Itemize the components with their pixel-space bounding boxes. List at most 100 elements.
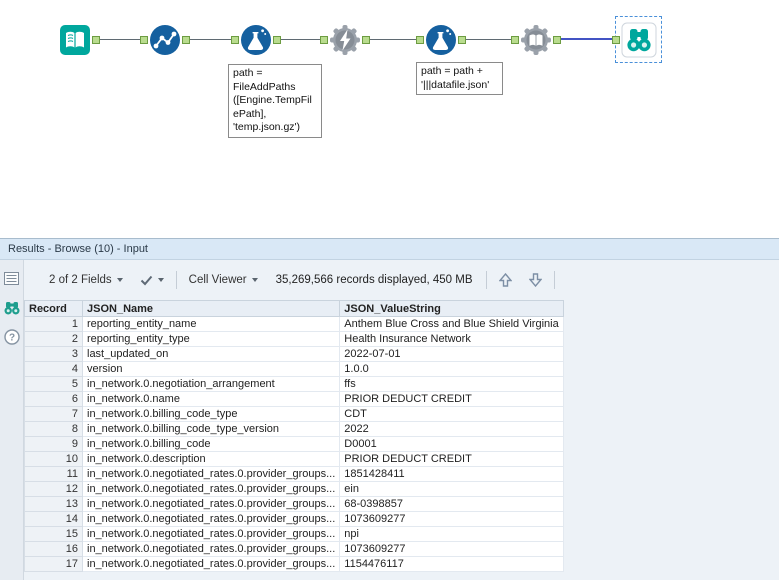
output-anchor[interactable] bbox=[273, 36, 281, 44]
table-row[interactable]: 12 in_network.0.negotiated_rates.0.provid… bbox=[24, 481, 564, 497]
scroll-down-button[interactable] bbox=[524, 273, 547, 287]
apply-check-dropdown[interactable] bbox=[135, 272, 169, 289]
json-value-cell[interactable]: 1154476117 bbox=[339, 556, 564, 572]
record-number-cell[interactable]: 17 bbox=[24, 556, 83, 572]
table-row[interactable]: 8 in_network.0.billing_code_type_version 2… bbox=[24, 421, 564, 437]
record-number-cell[interactable]: 11 bbox=[24, 466, 83, 482]
json-name-cell[interactable]: version bbox=[81, 361, 341, 377]
table-row[interactable]: 16 in_network.0.negotiated_rates.0.provid… bbox=[24, 541, 564, 557]
help-icon[interactable]: ? bbox=[3, 328, 20, 345]
connection-wire[interactable] bbox=[281, 39, 320, 40]
tool-annotation[interactable]: path = FileAddPaths ([Engine.TempFil ePa… bbox=[228, 64, 322, 138]
table-row[interactable]: 13 in_network.0.negotiated_rates.0.provid… bbox=[24, 496, 564, 512]
record-number-cell[interactable]: 1 bbox=[24, 316, 83, 332]
json-name-cell[interactable]: in_network.0.name bbox=[81, 391, 341, 407]
output-anchor[interactable] bbox=[362, 36, 370, 44]
column-header-json-valuestring[interactable]: JSON_ValueString bbox=[339, 300, 564, 317]
table-row[interactable]: 4 version 1.0.0 bbox=[24, 361, 564, 377]
scroll-up-button[interactable] bbox=[494, 273, 517, 287]
record-number-cell[interactable]: 13 bbox=[24, 496, 83, 512]
connection-wire-selected[interactable] bbox=[561, 38, 612, 40]
record-number-cell[interactable]: 2 bbox=[24, 331, 83, 347]
record-number-cell[interactable]: 14 bbox=[24, 511, 83, 527]
json-value-cell[interactable]: 68-0398857 bbox=[339, 496, 564, 512]
record-number-cell[interactable]: 7 bbox=[24, 406, 83, 422]
table-row[interactable]: 17 in_network.0.negotiated_rates.0.provid… bbox=[24, 556, 564, 572]
json-value-cell[interactable]: npi bbox=[339, 526, 564, 542]
table-row[interactable]: 1 reporting_entity_name Anthem Blue Cross … bbox=[24, 316, 564, 332]
record-number-cell[interactable]: 8 bbox=[24, 421, 83, 437]
json-value-cell[interactable]: 1.0.0 bbox=[339, 361, 564, 377]
fields-selector-dropdown[interactable]: 2 of 2 Fields bbox=[44, 271, 128, 289]
json-value-cell[interactable]: 1073609277 bbox=[339, 541, 564, 557]
json-value-cell[interactable]: 2022-07-01 bbox=[339, 346, 564, 362]
table-row[interactable]: 9 in_network.0.billing_code D0001 bbox=[24, 436, 564, 452]
output-anchor[interactable] bbox=[92, 36, 100, 44]
json-value-cell[interactable]: 1073609277 bbox=[339, 511, 564, 527]
table-row[interactable]: 10 in_network.0.description PRIOR DEDUCT C… bbox=[24, 451, 564, 467]
record-number-cell[interactable]: 9 bbox=[24, 436, 83, 452]
table-row[interactable]: 15 in_network.0.negotiated_rates.0.provid… bbox=[24, 526, 564, 542]
input-anchor[interactable] bbox=[140, 36, 148, 44]
json-name-cell[interactable]: in_network.0.negotiated_rates.0.provider… bbox=[81, 466, 341, 482]
workflow-canvas[interactable]: path = FileAddPaths ([Engine.TempFil ePa… bbox=[0, 0, 779, 238]
tool-parse[interactable] bbox=[520, 24, 552, 56]
record-number-cell[interactable]: 6 bbox=[24, 391, 83, 407]
cell-viewer-dropdown[interactable]: Cell Viewer bbox=[184, 271, 263, 289]
connection-wire[interactable] bbox=[370, 39, 416, 40]
browse-tab-binoculars-icon[interactable] bbox=[3, 299, 20, 316]
connection-wire[interactable] bbox=[190, 39, 231, 40]
json-value-cell[interactable]: CDT bbox=[339, 406, 564, 422]
table-row[interactable]: 6 in_network.0.name PRIOR DEDUCT CREDIT bbox=[24, 391, 564, 407]
json-name-cell[interactable]: reporting_entity_type bbox=[81, 331, 341, 347]
json-name-cell[interactable]: in_network.0.billing_code_type_version bbox=[81, 421, 341, 437]
json-name-cell[interactable]: last_updated_on bbox=[81, 346, 341, 362]
json-name-cell[interactable]: in_network.0.negotiated_rates.0.provider… bbox=[81, 511, 341, 527]
table-row[interactable]: 5 in_network.0.negotiation_arrangement ffs bbox=[24, 376, 564, 392]
json-name-cell[interactable]: in_network.0.negotiated_rates.0.provider… bbox=[81, 556, 341, 572]
input-anchor[interactable] bbox=[320, 36, 328, 44]
input-anchor[interactable] bbox=[612, 36, 620, 44]
json-value-cell[interactable]: 2022 bbox=[339, 421, 564, 437]
tool-input-data[interactable] bbox=[59, 24, 91, 56]
json-value-cell[interactable]: Anthem Blue Cross and Blue Shield Virgin… bbox=[339, 316, 564, 332]
table-row[interactable]: 3 last_updated_on 2022-07-01 bbox=[24, 346, 564, 362]
json-name-cell[interactable]: in_network.0.negotiated_rates.0.provider… bbox=[81, 541, 341, 557]
record-number-cell[interactable]: 12 bbox=[24, 481, 83, 497]
output-anchor[interactable] bbox=[553, 36, 561, 44]
json-value-cell[interactable]: PRIOR DEDUCT CREDIT bbox=[339, 391, 564, 407]
json-name-cell[interactable]: in_network.0.description bbox=[81, 451, 341, 467]
record-number-cell[interactable]: 10 bbox=[24, 451, 83, 467]
tool-annotation[interactable]: path = path + '|||datafile.json' bbox=[416, 62, 503, 95]
json-value-cell[interactable]: D0001 bbox=[339, 436, 564, 452]
tool-browse[interactable] bbox=[621, 22, 657, 58]
column-header-record[interactable]: Record bbox=[24, 300, 83, 317]
table-row[interactable]: 2 reporting_entity_type Health Insurance N… bbox=[24, 331, 564, 347]
input-anchor[interactable] bbox=[416, 36, 424, 44]
tool-run-command[interactable] bbox=[329, 24, 361, 56]
record-number-cell[interactable]: 5 bbox=[24, 376, 83, 392]
json-name-cell[interactable]: in_network.0.negotiated_rates.0.provider… bbox=[81, 496, 341, 512]
record-number-cell[interactable]: 3 bbox=[24, 346, 83, 362]
json-name-cell[interactable]: in_network.0.negotiated_rates.0.provider… bbox=[81, 481, 341, 497]
json-name-cell[interactable]: in_network.0.billing_code bbox=[81, 436, 341, 452]
table-row[interactable]: 14 in_network.0.negotiated_rates.0.provid… bbox=[24, 511, 564, 527]
table-row[interactable]: 7 in_network.0.billing_code_type CDT bbox=[24, 406, 564, 422]
connection-wire[interactable] bbox=[100, 39, 140, 40]
json-value-cell[interactable]: 1851428411 bbox=[339, 466, 564, 482]
output-anchor[interactable] bbox=[182, 36, 190, 44]
connection-wire[interactable] bbox=[466, 39, 511, 40]
json-name-cell[interactable]: in_network.0.negotiated_rates.0.provider… bbox=[81, 526, 341, 542]
record-number-cell[interactable]: 15 bbox=[24, 526, 83, 542]
json-name-cell[interactable]: in_network.0.negotiation_arrangement bbox=[81, 376, 341, 392]
input-anchor[interactable] bbox=[231, 36, 239, 44]
tool-formula-2[interactable] bbox=[425, 24, 457, 56]
json-value-cell[interactable]: ein bbox=[339, 481, 564, 497]
table-row[interactable]: 11 in_network.0.negotiated_rates.0.provid… bbox=[24, 466, 564, 482]
json-value-cell[interactable]: Health Insurance Network bbox=[339, 331, 564, 347]
config-list-icon[interactable] bbox=[3, 270, 20, 287]
json-name-cell[interactable]: in_network.0.billing_code_type bbox=[81, 406, 341, 422]
json-value-cell[interactable]: ffs bbox=[339, 376, 564, 392]
output-anchor[interactable] bbox=[458, 36, 466, 44]
tool-line-dots[interactable] bbox=[149, 24, 181, 56]
